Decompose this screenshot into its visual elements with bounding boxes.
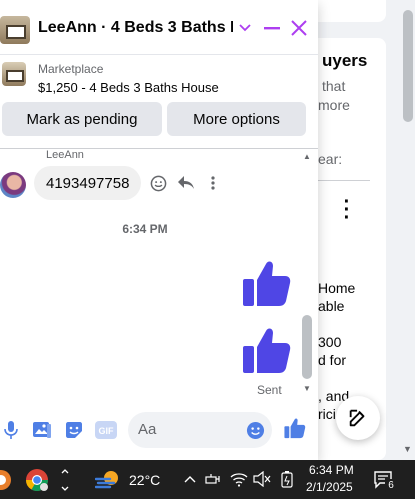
compose-icon — [349, 409, 365, 427]
close-icon[interactable] — [288, 17, 310, 39]
gif-icon[interactable]: GIF — [95, 419, 117, 441]
listing-banner: Marketplace $1,250 - 4 Beds 3 Baths Hous… — [0, 55, 318, 149]
listing-thumbnail[interactable] — [2, 62, 26, 86]
chat-window: LeeAnn · 4 Beds 3 Baths H... Marketplace… — [0, 0, 318, 460]
chat-header[interactable]: LeeAnn · 4 Beds 3 Baths H... — [0, 0, 318, 55]
background-line: rici — [318, 406, 336, 422]
page-scrollbar-thumb[interactable] — [403, 10, 413, 122]
chrome-icon[interactable] — [24, 467, 50, 493]
chat-title[interactable]: LeeAnn · 4 Beds 3 Baths H... — [38, 19, 233, 37]
message-input-placeholder: Aa — [138, 421, 157, 438]
microphone-icon[interactable] — [0, 419, 22, 441]
svg-text:GIF: GIF — [99, 426, 115, 436]
mark-as-pending-button[interactable]: Mark as pending — [2, 102, 162, 136]
thumbs-up-message[interactable] — [242, 258, 292, 308]
weather-icon[interactable] — [95, 468, 121, 492]
avatar[interactable] — [0, 172, 26, 198]
sender-name: LeeAnn — [46, 149, 84, 161]
thumbs-up-message[interactable] — [242, 325, 292, 375]
temperature[interactable]: 22°C — [129, 472, 160, 488]
sticker-icon[interactable] — [63, 419, 85, 441]
network-icon[interactable] — [205, 470, 223, 488]
taskbar: 22°C 6:34 PM 2/1/2025 6 — [0, 460, 415, 499]
scroll-down-arrow-icon[interactable]: ▼ — [403, 444, 412, 454]
background-line: ear: — [318, 151, 343, 167]
reply-icon[interactable] — [177, 174, 195, 192]
background-line: able — [318, 298, 345, 314]
listing-detail[interactable]: $1,250 - 4 Beds 3 Baths House — [38, 80, 219, 95]
sent-status: Sent — [257, 383, 282, 397]
chevron-down-icon[interactable] — [234, 17, 256, 39]
notification-count: 6 — [385, 479, 397, 492]
more-options-button[interactable]: More options — [167, 102, 306, 136]
background-line: that — [322, 78, 346, 94]
background-divider — [312, 180, 370, 181]
send-like-icon[interactable] — [284, 417, 306, 439]
thumbs-up-icon — [243, 261, 291, 306]
volume-mute-icon[interactable] — [253, 470, 271, 488]
background-line: Home — [318, 280, 356, 296]
wifi-icon[interactable] — [230, 470, 248, 488]
background-line: d for — [318, 352, 347, 368]
listing-thumbnail — [0, 16, 30, 44]
incoming-message-bubble[interactable]: 4193497758 — [34, 166, 142, 200]
listing-source: Marketplace — [38, 62, 104, 76]
background-heading: uyers — [322, 51, 368, 70]
photo-icon[interactable] — [31, 419, 53, 441]
app-icon[interactable] — [0, 468, 12, 492]
chat-scroll-up-icon[interactable]: ▲ — [303, 152, 311, 161]
chat-scrollbar-thumb[interactable] — [302, 315, 312, 379]
taskbar-scroll-icon[interactable] — [58, 464, 72, 496]
chat-scroll-down-icon[interactable]: ▼ — [303, 384, 311, 393]
new-message-button[interactable] — [336, 396, 380, 440]
battery-icon[interactable] — [278, 470, 296, 488]
emoji-icon[interactable] — [244, 419, 266, 441]
react-icon[interactable] — [149, 174, 167, 192]
clock-time[interactable]: 6:34 PM — [309, 463, 354, 477]
background-line: more — [318, 97, 350, 113]
message-more-icon[interactable] — [204, 174, 222, 192]
chevron-up-icon[interactable] — [183, 472, 197, 486]
time-separator: 6:34 PM — [122, 222, 168, 236]
background-line: 300 — [318, 334, 342, 350]
clock-date[interactable]: 2/1/2025 — [306, 480, 353, 494]
thumbs-up-icon — [243, 328, 291, 373]
minimize-icon[interactable] — [261, 17, 283, 39]
more-options-icon[interactable]: · · · — [343, 192, 351, 228]
